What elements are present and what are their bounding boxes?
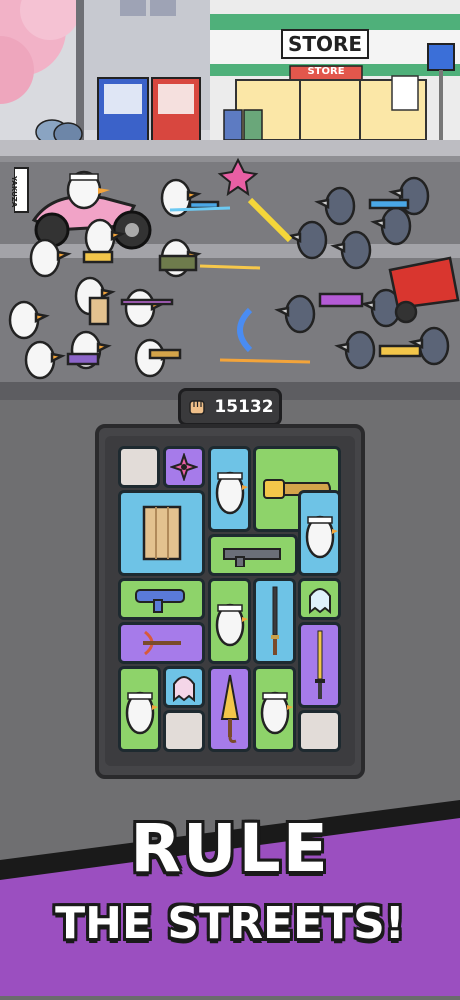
inventory-tile[interactable]: [208, 578, 251, 664]
empty-slot[interactable]: [163, 710, 205, 752]
umbrella-icon: [220, 674, 239, 743]
katana-icon: [270, 586, 279, 655]
title-line-2: THE STREETS!: [55, 898, 405, 949]
rifle-icon: [223, 548, 281, 567]
inventory-tile[interactable]: [253, 578, 296, 664]
duck-ally-icon: [305, 515, 338, 559]
inventory-tile[interactable]: [118, 578, 205, 620]
duck-ally-icon: [215, 471, 248, 515]
ghost-icon: [173, 676, 195, 702]
inventory-tile[interactable]: [208, 666, 251, 752]
inventory-tile[interactable]: [298, 622, 341, 708]
inventory-tile[interactable]: [208, 446, 251, 532]
inventory-tile[interactable]: [298, 490, 341, 576]
duck-ally-icon: [125, 691, 158, 735]
wooden-shield-icon: [142, 505, 181, 561]
duck-ally-icon: [215, 603, 248, 647]
crossbow-icon: [142, 630, 181, 656]
inventory-tile[interactable]: [118, 666, 161, 752]
sword-icon: [314, 630, 325, 699]
empty-slot[interactable]: [298, 710, 341, 752]
ghost-icon: [308, 588, 331, 614]
inventory-tile[interactable]: [298, 578, 341, 620]
score-value: 15132: [214, 397, 274, 417]
inventory-tile[interactable]: [253, 666, 296, 752]
attack-effects: [169, 157, 311, 364]
empty-slot[interactable]: [118, 446, 160, 488]
battle-scene: STORE STORE YAKUZA: [0, 0, 460, 400]
title-line-1: RULE: [130, 810, 330, 887]
inventory-tile[interactable]: [163, 666, 205, 708]
inventory-tile[interactable]: [118, 490, 205, 576]
rocket-launcher-icon: [134, 589, 185, 613]
shuriken-icon: [170, 453, 198, 481]
duck-ally-icon: [260, 691, 293, 735]
inventory-tile[interactable]: [208, 534, 298, 576]
fist-icon: [189, 400, 206, 415]
store-awning-sign: STORE: [307, 66, 345, 77]
score-counter: 15132: [178, 388, 282, 426]
promo-banner: RULE THE STREETS!: [0, 790, 460, 996]
inventory-tile[interactable]: [118, 622, 205, 664]
store-sign: STORE: [287, 32, 363, 56]
inventory-tile[interactable]: [163, 446, 205, 488]
